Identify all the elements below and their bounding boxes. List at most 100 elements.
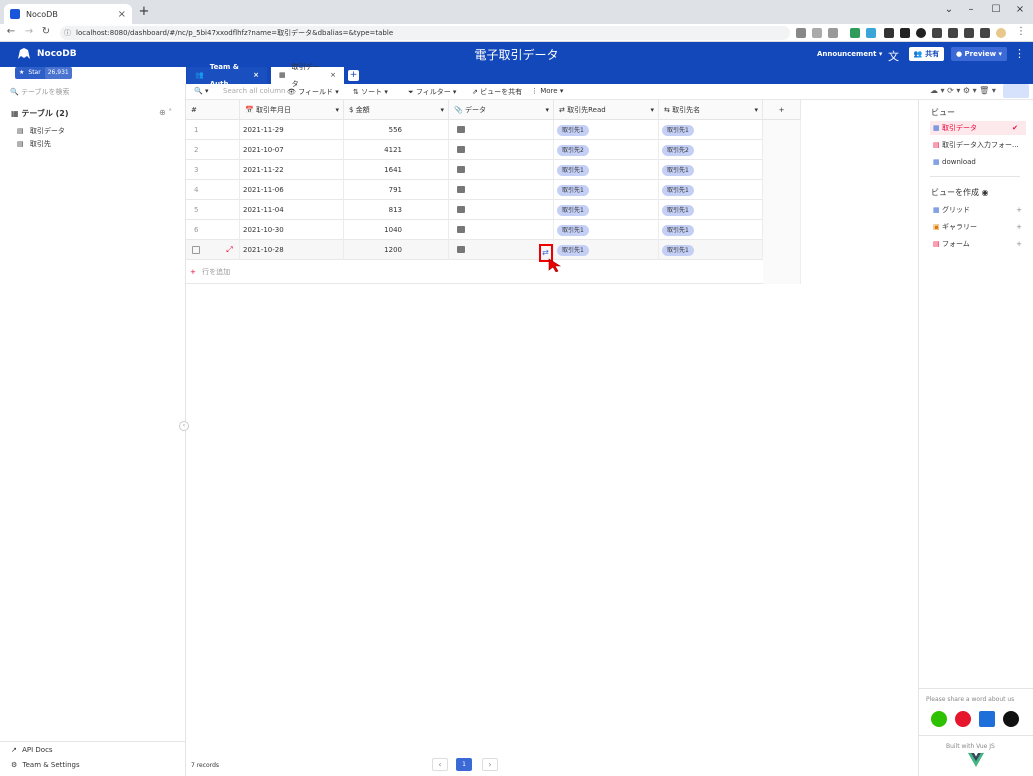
collapse-sidebar-icon[interactable]: ‹ [179, 421, 189, 431]
link-chip[interactable]: 取引先1 [557, 165, 589, 176]
amount-cell[interactable]: 1040 [344, 220, 449, 240]
reload-icon[interactable]: ↻ [40, 25, 52, 39]
extension-icon[interactable] [948, 28, 958, 38]
add-row-button[interactable]: + 行を追加 [190, 267, 230, 277]
github-star-button[interactable]: ★ Star 26,931 [15, 67, 72, 79]
block-icon[interactable] [916, 28, 926, 38]
column-header-date[interactable]: 📅 取引年月日 ▾ [240, 100, 344, 120]
forward-icon[interactable]: → [23, 25, 35, 39]
pdf-file-icon[interactable] [457, 226, 465, 233]
link-cell[interactable]: 取引先2 [554, 140, 659, 160]
share-page-icon[interactable] [812, 28, 822, 38]
preview-button[interactable]: ● Preview ▾ [951, 47, 1007, 61]
table-search-input[interactable]: 🔍 テーブルを検索 [10, 87, 70, 97]
language-icon[interactable]: 文 [888, 48, 899, 64]
date-cell[interactable]: 2021-11-22 [240, 160, 344, 180]
create-grid-view[interactable]: ▦ グリッド + [930, 203, 1026, 217]
date-cell[interactable]: 2021-11-29 [240, 120, 344, 140]
attachment-cell[interactable] [449, 140, 554, 160]
page-button[interactable]: 1 [456, 758, 472, 771]
view-item-torihiki-data[interactable]: ▦ 取引データ ✔ [930, 121, 1026, 135]
link-cell[interactable]: 取引先1 [554, 180, 659, 200]
column-header-amount[interactable]: $ 金額 ▾ [344, 100, 449, 120]
lookup-cell[interactable]: 取引先1 [659, 200, 763, 220]
pdf-file-icon[interactable] [457, 166, 465, 173]
date-cell[interactable]: 2021-10-28 [240, 240, 344, 260]
column-header-data[interactable]: 📎 データ ▾ [449, 100, 554, 120]
sidebar-item-torihiki-data[interactable]: ▤ 取引データ [17, 126, 65, 136]
pdf-file-icon[interactable] [457, 146, 465, 153]
row-checkbox[interactable] [192, 246, 200, 254]
add-icon[interactable]: + [1016, 203, 1022, 217]
link-chip[interactable]: 取引先1 [557, 185, 589, 196]
share-view-button[interactable]: ⇗ ビューを共有 [472, 87, 522, 97]
tab-team-auth[interactable]: 👥 Team & Auth × [187, 63, 267, 88]
amount-cell[interactable]: 1200 [344, 240, 449, 260]
lookup-cell[interactable]: 取引先1 [659, 160, 763, 180]
wechat-icon[interactable] [931, 711, 947, 727]
date-cell[interactable]: 2021-10-30 [240, 220, 344, 240]
next-page-button[interactable]: › [482, 758, 498, 771]
pdf-file-icon[interactable] [457, 206, 465, 213]
amount-cell[interactable]: 556 [344, 120, 449, 140]
translate-page-icon[interactable] [796, 28, 806, 38]
close-window-icon[interactable]: × [1011, 3, 1029, 17]
link-cell[interactable]: 取引先1 [554, 240, 659, 260]
amount-cell[interactable]: 813 [344, 200, 449, 220]
lookup-cell[interactable]: 取引先2 [659, 140, 763, 160]
pdf-file-icon[interactable] [457, 186, 465, 193]
prev-page-button[interactable]: ‹ [432, 758, 448, 771]
view-item-form[interactable]: ▤ 取引データ入力フォー... [930, 138, 1026, 152]
browser-tab[interactable]: NocoDB × [4, 4, 132, 24]
toutiao-icon[interactable] [1003, 711, 1019, 727]
link-cell[interactable]: 取引先1 [554, 120, 659, 140]
extension-icon[interactable] [932, 28, 942, 38]
extension-icon[interactable] [850, 28, 860, 38]
filter-button[interactable]: ⏷ フィルター ▾ [408, 87, 456, 97]
weibo-icon[interactable] [955, 711, 971, 727]
sidepanel-icon[interactable] [980, 28, 990, 38]
attachment-cell[interactable] [449, 160, 554, 180]
row-select-cell[interactable]: ⤢ [186, 240, 240, 260]
sidebar-item-torihikisaki[interactable]: ▤ 取引先 [17, 139, 51, 149]
qr-icon[interactable] [900, 28, 910, 38]
expand-row-icon[interactable]: ⤢ [226, 245, 232, 254]
tab-torihiki-data[interactable]: ▦ 取引データ × [271, 63, 344, 88]
attachment-cell[interactable] [449, 200, 554, 220]
more-button[interactable]: ⋮ More ▾ [531, 87, 563, 95]
help-icon[interactable]: ◉ [982, 188, 989, 197]
lookup-cell[interactable]: 取引先1 [659, 180, 763, 200]
date-cell[interactable]: 2021-10-07 [240, 140, 344, 160]
bookmark-star-icon[interactable] [828, 28, 838, 38]
tab-search-icon[interactable]: ⌄ [940, 3, 958, 17]
more-options-icon[interactable]: ⋮ [1014, 47, 1025, 61]
pdf-file-icon[interactable] [457, 246, 465, 253]
link-chip[interactable]: 取引先2 [557, 145, 589, 156]
profile-avatar[interactable] [996, 28, 1006, 38]
link-chip[interactable]: 取引先1 [557, 205, 589, 216]
minimize-icon[interactable]: – [962, 3, 980, 17]
team-settings-link[interactable]: ⚙ Team & Settings [11, 761, 80, 769]
lookup-cell[interactable]: 取引先1 [659, 240, 763, 260]
sort-button[interactable]: ⇅ ソート ▾ [353, 87, 388, 97]
lookup-cell[interactable]: 取引先1 [659, 120, 763, 140]
back-icon[interactable]: ← [5, 25, 17, 39]
link-cell[interactable]: 取引先1 [554, 160, 659, 180]
puzzle-icon[interactable] [964, 28, 974, 38]
add-tab-button[interactable]: + [348, 70, 359, 81]
table-row[interactable]: 4 2021-11-06 791 取引先1 取引先1 [186, 180, 763, 200]
link-chip[interactable]: 取引先1 [557, 225, 589, 236]
alibaba-icon[interactable] [979, 711, 995, 727]
fields-button[interactable]: 👁 フィールド ▾ [287, 87, 339, 97]
pdf-file-icon[interactable] [457, 126, 465, 133]
table-row[interactable]: 5 2021-11-04 813 取引先1 取引先1 [186, 200, 763, 220]
share-button[interactable]: 👥 共有 [909, 47, 944, 61]
attachment-cell[interactable] [449, 220, 554, 240]
attachment-cell[interactable] [449, 180, 554, 200]
extension-icon[interactable] [866, 28, 876, 38]
add-table-icon[interactable]: ⊕ ˄ [159, 108, 172, 117]
tables-header[interactable]: ▦ テーブル (2) [11, 108, 69, 119]
link-cell[interactable]: 取引先1 [554, 220, 659, 240]
amount-cell[interactable]: 1641 [344, 160, 449, 180]
date-cell[interactable]: 2021-11-04 [240, 200, 344, 220]
